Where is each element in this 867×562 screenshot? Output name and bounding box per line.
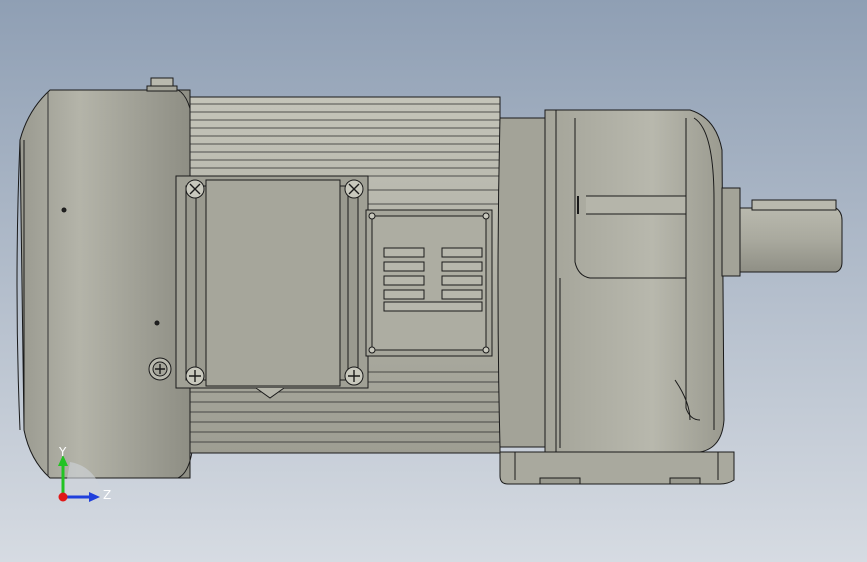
screw-top-right xyxy=(344,179,364,199)
motor-end-cap[interactable] xyxy=(16,89,195,479)
cad-3d-viewport[interactable]: Y Z xyxy=(0,0,867,562)
screw-bottom-right xyxy=(344,366,364,386)
screw-top-left xyxy=(185,179,205,199)
nameplate xyxy=(365,209,493,357)
terminal-box[interactable] xyxy=(175,175,369,399)
x-axis-dot xyxy=(58,492,68,502)
gearbox-housing[interactable] xyxy=(544,109,725,453)
gearbox-base-foot[interactable] xyxy=(499,451,735,485)
z-axis-label: Z xyxy=(103,488,111,502)
screw-bottom-left xyxy=(185,366,205,386)
motor-front-flange[interactable] xyxy=(497,117,546,448)
gear-motor-model[interactable] xyxy=(16,77,843,485)
ground-screw xyxy=(148,357,172,381)
viewport-canvas[interactable]: Y Z xyxy=(0,0,867,562)
y-axis-label: Y xyxy=(58,445,67,459)
output-shaft[interactable] xyxy=(721,187,843,277)
top-bolt xyxy=(146,77,178,92)
